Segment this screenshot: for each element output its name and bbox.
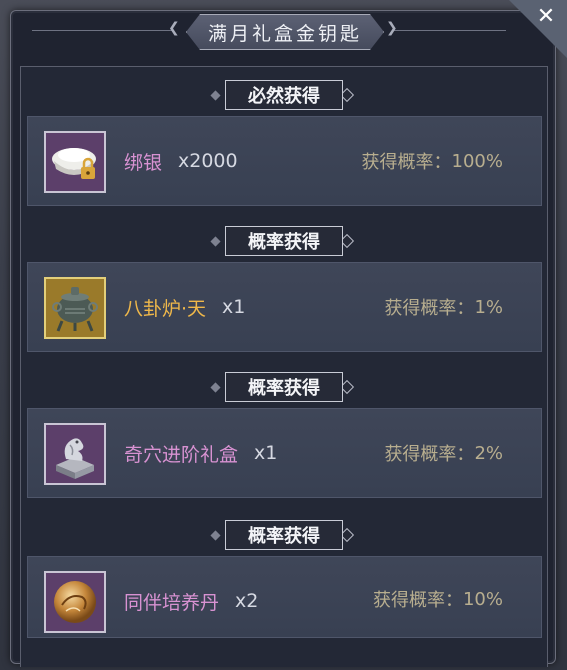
item-slot[interactable] (44, 131, 106, 193)
bagua-furnace-icon (52, 287, 98, 332)
item-name: 奇穴进阶礼盒 (124, 443, 239, 466)
section-label-chance: 概率获得 (225, 520, 343, 550)
drop-rate: 获得概率： 100% (362, 117, 503, 205)
item-quantity: x2 (235, 590, 259, 612)
reward-row: 八卦炉·天 x1 获得概率： 1% (27, 262, 542, 352)
title-plate: 满月礼盒金钥匙 (186, 14, 384, 50)
title-ornament-left: ❮ (168, 20, 180, 36)
dragon-seal-box-icon (56, 438, 94, 479)
item-slot[interactable] (44, 277, 106, 339)
close-icon: ✕ (536, 4, 556, 29)
drop-rate: 获得概率： 10% (373, 557, 503, 641)
section-label-guaranteed: 必然获得 (225, 80, 343, 110)
drop-rate: 获得概率： 1% (384, 263, 503, 351)
dialog-title: 满月礼盒金钥匙 (207, 22, 362, 45)
golden-pill-icon (54, 581, 96, 623)
rate-label: 获得概率： (384, 444, 475, 465)
item-name: 八卦炉·天 (124, 297, 207, 320)
rate-value: 100% (451, 150, 503, 172)
item-info: 同伴培养丹 x2 (124, 557, 258, 645)
reward-row: 绑银 x2000 获得概率： 100% (27, 116, 542, 206)
item-slot[interactable] (44, 423, 106, 485)
item-name: 绑银 (124, 151, 163, 174)
rate-label: 获得概率： (361, 152, 452, 173)
item-quantity: x1 (254, 442, 278, 464)
reward-row: 同伴培养丹 x2 获得概率： 10% (27, 556, 542, 638)
item-info: 绑银 x2000 (124, 117, 238, 205)
title-ornament-right: ❯ (386, 20, 398, 36)
section-label-chance: 概率获得 (225, 226, 343, 256)
rate-label: 获得概率： (372, 590, 463, 611)
item-quantity: x1 (222, 296, 246, 318)
rate-value: 10% (462, 588, 503, 610)
item-info: 奇穴进阶礼盒 x1 (124, 409, 277, 497)
close-button[interactable]: ✕ (533, 4, 559, 30)
silver-ingot-icon (52, 148, 96, 179)
rate-value: 2% (474, 442, 503, 464)
drop-rate: 获得概率： 2% (384, 409, 503, 497)
item-slot[interactable] (44, 571, 106, 633)
item-quantity: x2000 (178, 150, 238, 172)
title-divider-left (32, 30, 174, 31)
title-divider-right (394, 30, 506, 31)
item-info: 八卦炉·天 x1 (124, 263, 245, 351)
rate-value: 1% (474, 296, 503, 318)
reward-row: 奇穴进阶礼盒 x1 获得概率： 2% (27, 408, 542, 498)
rate-label: 获得概率： (384, 298, 475, 319)
item-name: 同伴培养丹 (124, 591, 220, 614)
section-label-chance: 概率获得 (225, 372, 343, 402)
